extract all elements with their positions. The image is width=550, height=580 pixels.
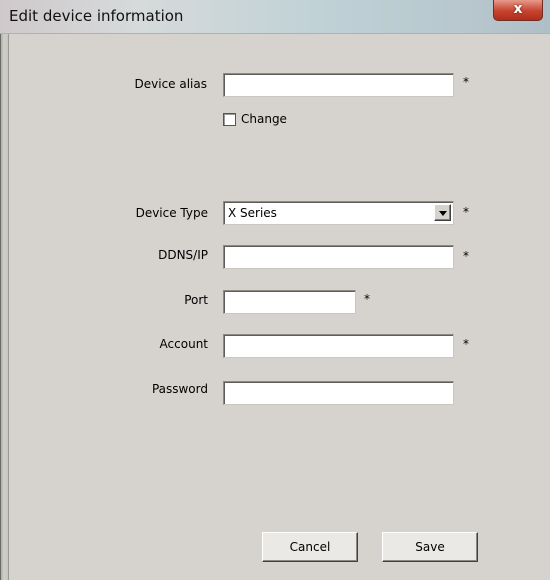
device-alias-required-mark: * [463, 75, 469, 89]
change-checkbox[interactable] [223, 113, 236, 126]
password-input[interactable] [223, 381, 454, 405]
device-type-required-mark: * [463, 205, 469, 219]
device-type-dropdown-button[interactable] [434, 204, 451, 221]
device-alias-label: Device alias [134, 77, 207, 91]
cancel-button[interactable]: Cancel [262, 532, 358, 562]
window-title: Edit device information [9, 7, 184, 25]
device-type-select[interactable]: X Series [223, 201, 454, 225]
ddns-ip-input[interactable] [223, 245, 454, 269]
title-bar[interactable]: Edit device information x [0, 0, 550, 34]
port-required-mark: * [364, 292, 370, 306]
edit-device-dialog: Edit device information x Device alias *… [0, 0, 550, 580]
ddns-ip-label: DDNS/IP [158, 248, 208, 262]
password-label: Password [151, 382, 208, 396]
window-left-frame [0, 34, 8, 580]
account-input[interactable] [223, 334, 454, 358]
device-alias-input[interactable] [223, 73, 454, 97]
ddns-ip-required-mark: * [463, 249, 469, 263]
account-label: Account [159, 337, 208, 351]
device-type-selected: X Series [228, 206, 277, 220]
close-icon: x [513, 1, 523, 17]
close-button[interactable]: x [493, 0, 543, 21]
window-left-border [0, 34, 1, 580]
chevron-down-icon [439, 211, 447, 216]
port-label: Port [184, 293, 208, 307]
save-button[interactable]: Save [382, 532, 478, 562]
account-required-mark: * [463, 337, 469, 351]
port-input[interactable] [223, 290, 356, 314]
dialog-content: Device alias * Change Device Type X Seri… [8, 34, 550, 580]
change-checkbox-label: Change [241, 112, 287, 126]
device-type-label: Device Type [135, 206, 208, 220]
